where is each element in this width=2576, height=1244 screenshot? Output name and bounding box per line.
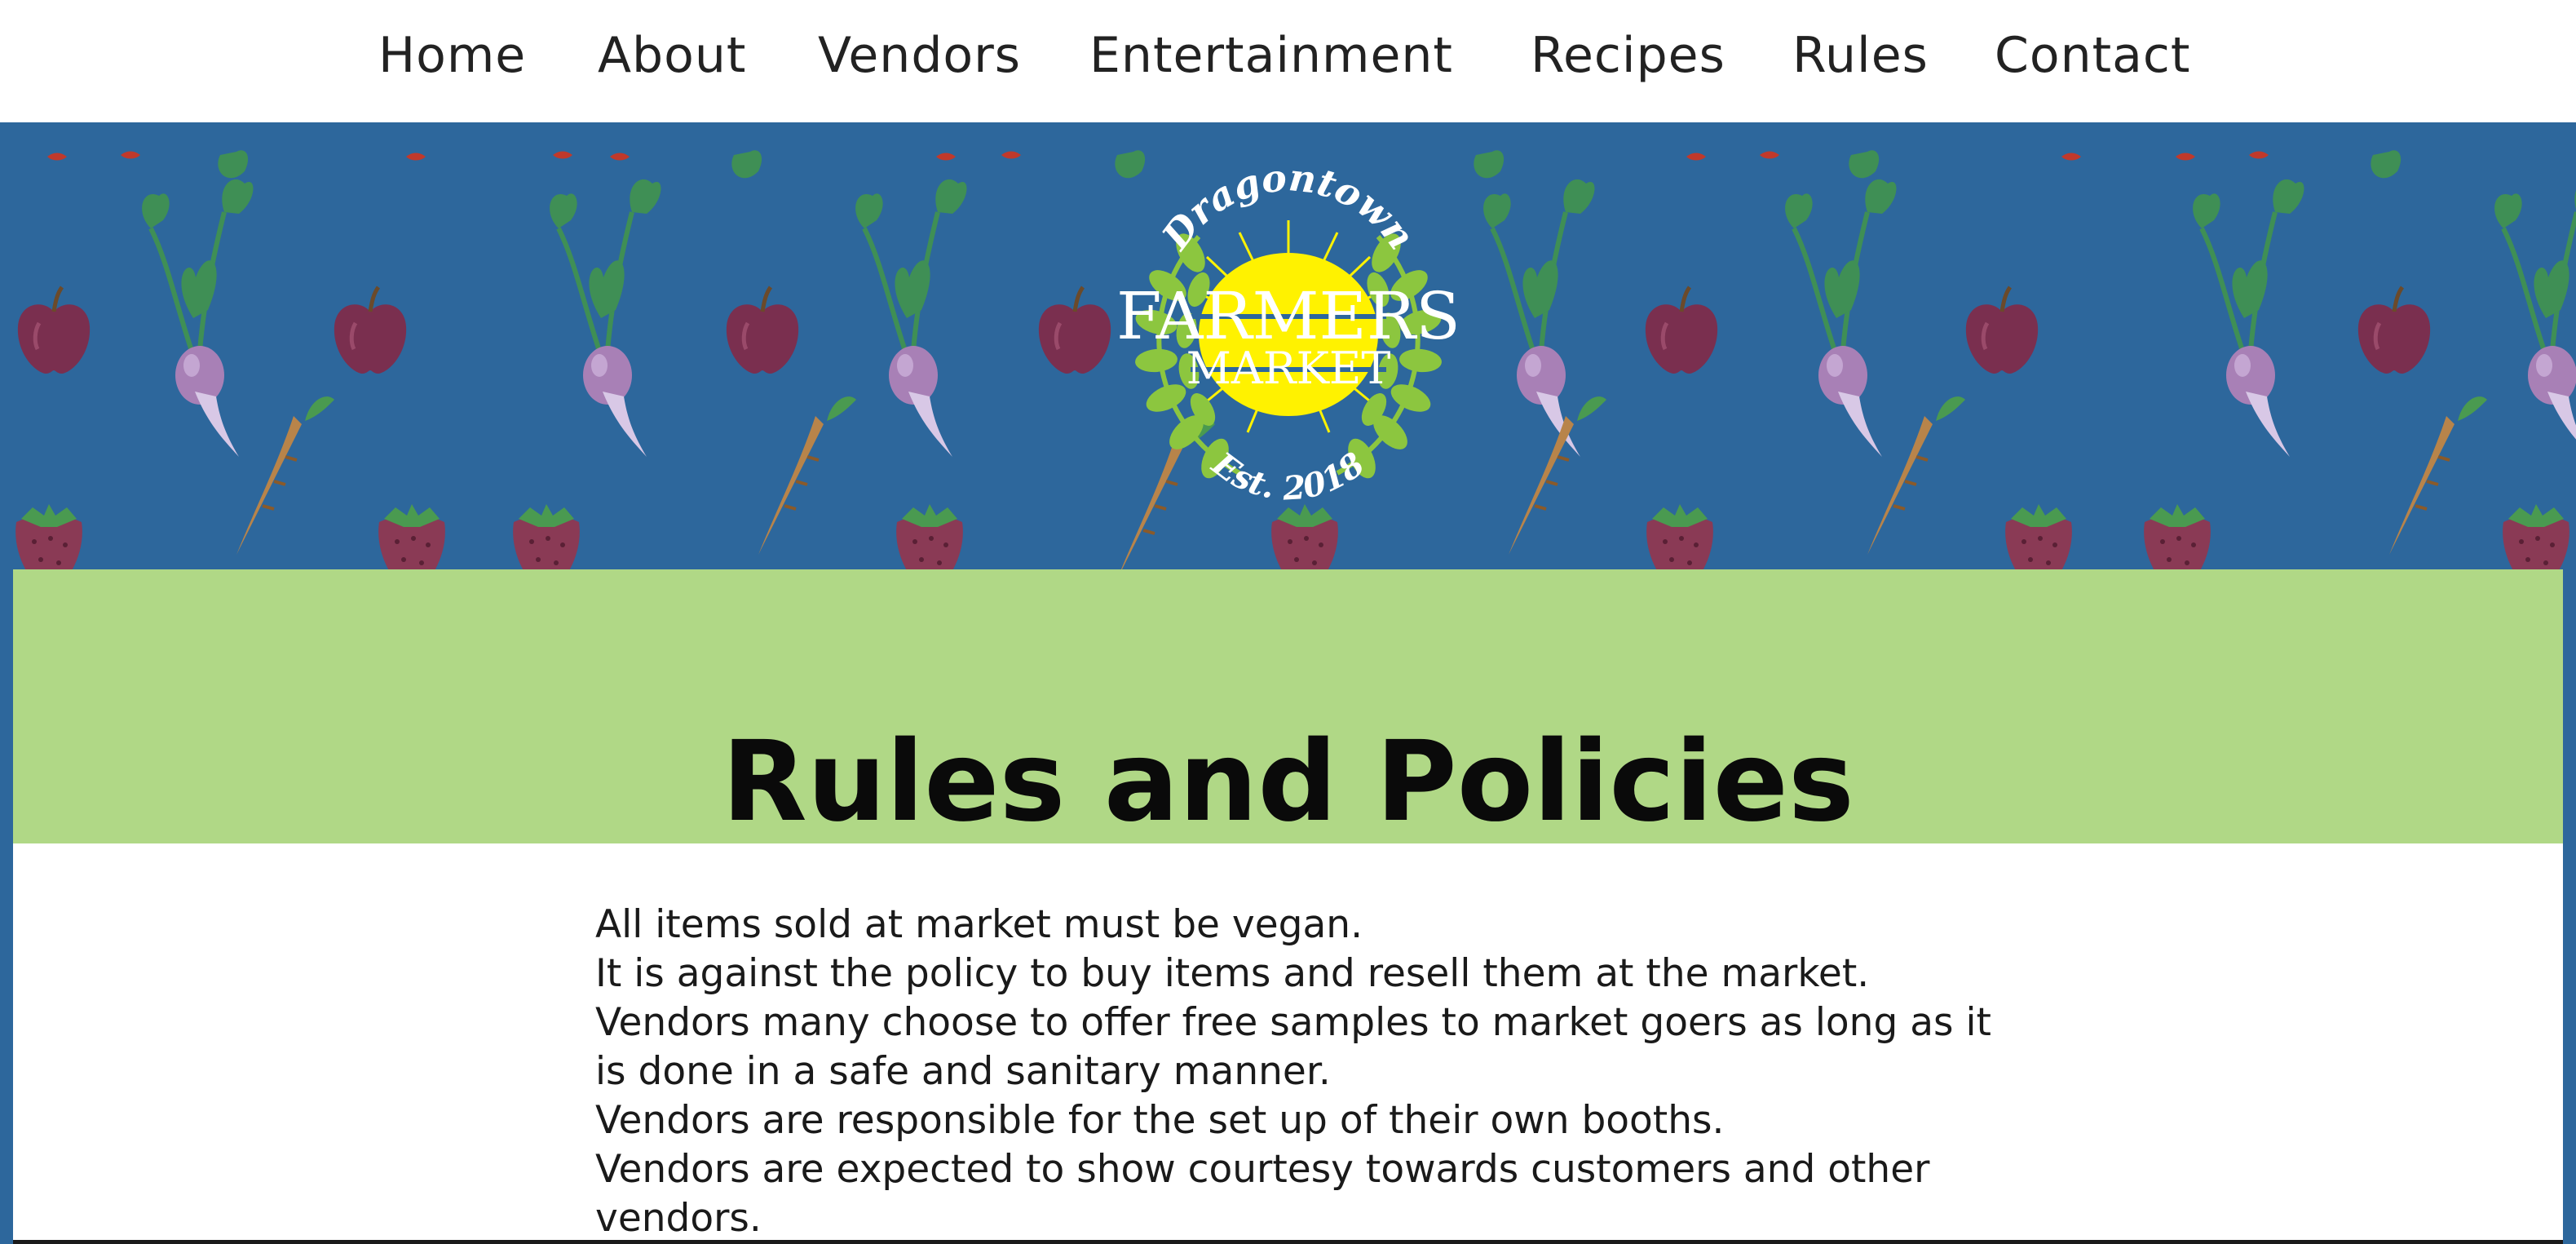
nav-link-about[interactable]: About [598, 23, 746, 88]
page: Home About Vendors Entertainment Recipes… [0, 0, 2576, 1244]
logo-market-text: MARKET [1186, 343, 1391, 394]
rule-item: Vendors are expected to show courtesy to… [595, 1147, 1930, 1241]
nav-link-home[interactable]: Home [378, 23, 526, 88]
page-title: Rules and Policies [722, 718, 1854, 848]
bottom-divider [13, 1240, 2563, 1244]
nav-link-rules[interactable]: Rules [1792, 23, 1929, 88]
page-title-band: Rules and Policies [13, 569, 2563, 847]
svg-text:Est. 2018: Est. 2018 [1204, 445, 1372, 508]
rule-item: Vendors are responsible for the set up o… [595, 1098, 1725, 1143]
nav-link-recipes[interactable]: Recipes [1531, 23, 1725, 88]
rules-list: All items sold at market must be vegan. … [595, 901, 1998, 1243]
rule-item: All items sold at market must be vegan. [595, 902, 1363, 947]
nav-link-contact[interactable]: Contact [1995, 23, 2190, 88]
top-navigation: Home About Vendors Entertainment Recipes… [0, 0, 2576, 122]
farmers-market-logo: Dragontown FARMERS MARKET Est. 2018 [1116, 155, 1460, 508]
rule-item: Vendors many choose to offer free sample… [595, 1000, 1991, 1094]
rules-content: All items sold at market must be vegan. … [13, 843, 2563, 1244]
nav-link-entertainment[interactable]: Entertainment [1089, 23, 1453, 88]
nav-link-vendors[interactable]: Vendors [818, 23, 1021, 88]
rule-item: It is against the policy to buy items an… [595, 951, 1870, 996]
